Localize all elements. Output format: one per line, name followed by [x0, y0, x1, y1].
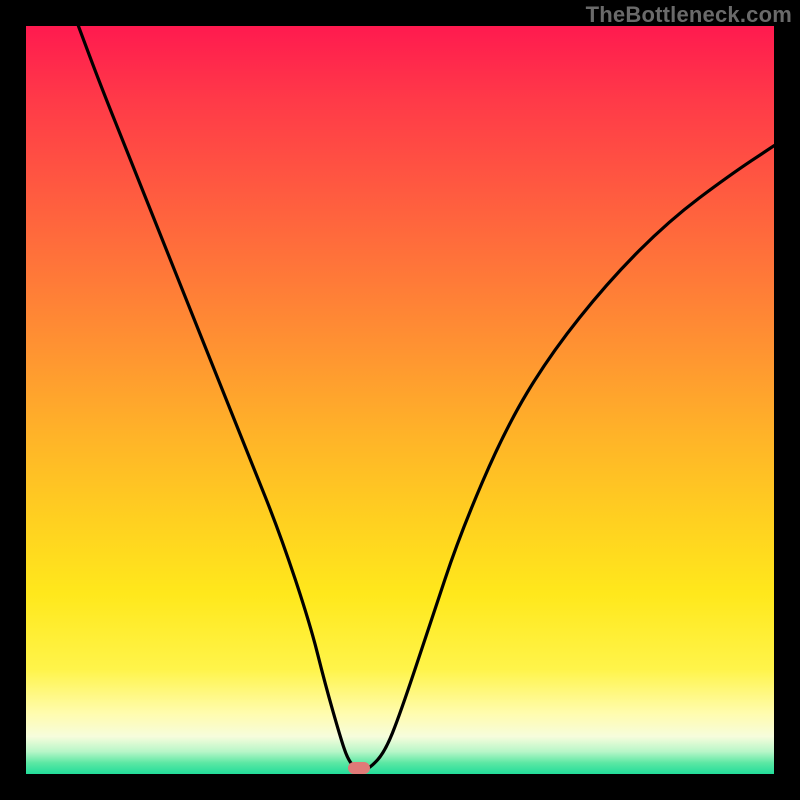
chart-frame: TheBottleneck.com: [0, 0, 800, 800]
optimum-marker: [348, 762, 370, 774]
watermark-text: TheBottleneck.com: [586, 2, 792, 28]
plot-area: [26, 26, 774, 774]
bottleneck-curve: [26, 26, 774, 774]
